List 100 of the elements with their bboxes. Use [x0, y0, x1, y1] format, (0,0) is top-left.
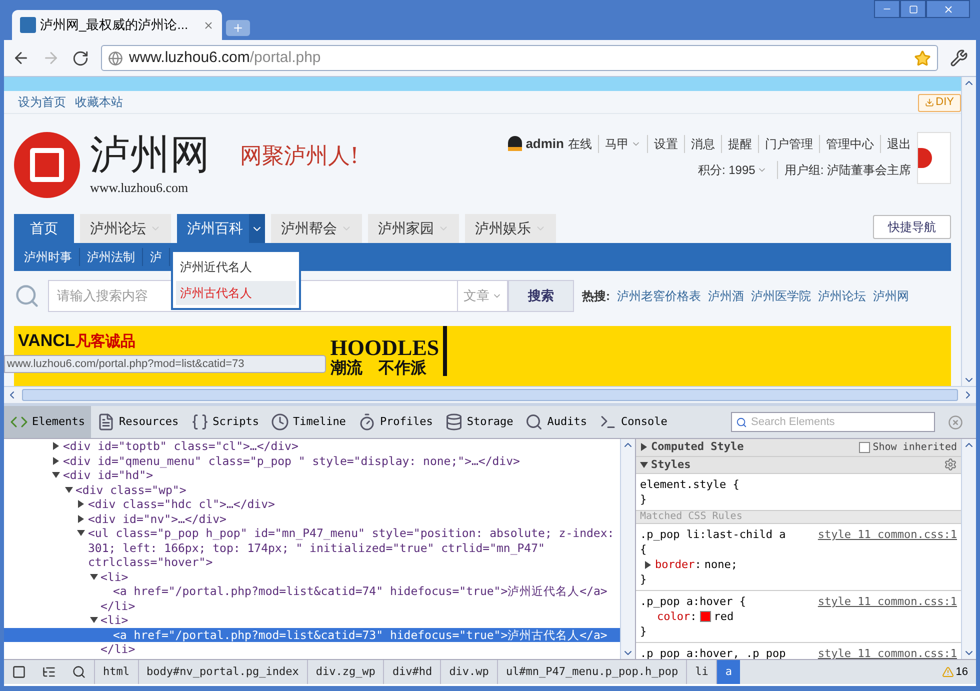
- address-bar[interactable]: www.luzhou6.com/portal.php: [101, 45, 938, 71]
- styles-header[interactable]: Styles: [636, 456, 961, 474]
- hot-search-link[interactable]: 泸州医学院: [751, 287, 811, 306]
- breadcrumb-item[interactable]: div.wp: [440, 660, 497, 684]
- dropdown-item[interactable]: 泸州古代名人: [176, 281, 296, 305]
- css-source-link[interactable]: style 11 common.css:1: [818, 527, 957, 542]
- maximize-button[interactable]: [900, 0, 926, 18]
- collapsed-triangle-icon[interactable]: [77, 500, 85, 508]
- back-icon[interactable]: [12, 49, 30, 67]
- dom-node-row[interactable]: <div id="hd">: [4, 468, 620, 482]
- horizontal-scrollbar[interactable]: [4, 386, 976, 403]
- nav-tab[interactable]: 泸州家园: [368, 214, 459, 244]
- devtools-tab[interactable]: Scripts: [184, 406, 265, 438]
- nav-tab[interactable]: 泸州帮会: [271, 214, 362, 244]
- user-link[interactable]: 退出: [880, 134, 911, 153]
- collapsed-triangle-icon[interactable]: [77, 514, 85, 522]
- dock-icon[interactable]: [12, 665, 26, 679]
- expanded-triangle-icon[interactable]: [52, 471, 60, 479]
- banner-headline: HOODLES: [330, 336, 440, 360]
- dom-node-row[interactable]: <div id="nv">…</div>: [4, 512, 620, 526]
- css-source-link[interactable]: style 11 common.css:1: [818, 594, 957, 609]
- search-icon[interactable]: [72, 665, 86, 679]
- hot-search-link[interactable]: 泸州网: [873, 287, 909, 306]
- dom-node-row[interactable]: <li>: [4, 570, 620, 584]
- devtools-tab[interactable]: Audits: [519, 406, 594, 438]
- color-swatch[interactable]: [700, 611, 711, 622]
- vertical-scrollbar[interactable]: [620, 439, 635, 659]
- dom-node-row[interactable]: <div id="qmenu_menu" class="p_pop " style="display: none;">…</div>: [4, 454, 620, 468]
- new-tab-button[interactable]: [226, 20, 250, 36]
- user-link[interactable]: 消息: [684, 134, 715, 153]
- expanded-triangle-icon[interactable]: [64, 486, 72, 494]
- devtools-tab[interactable]: Console: [593, 406, 674, 438]
- nav-tab[interactable]: 泸州论坛: [80, 214, 171, 244]
- dropdown-item[interactable]: 泸州近代名人: [176, 255, 296, 279]
- devtools-tab[interactable]: Resources: [90, 406, 185, 438]
- breadcrumb-item[interactable]: body#nv_portal.pg_index: [138, 660, 307, 684]
- breadcrumb-item[interactable]: div#hd: [383, 660, 440, 684]
- top-link[interactable]: 设为首页: [18, 92, 66, 111]
- panel-icon: [599, 413, 618, 431]
- hot-search-link[interactable]: 泸州论坛: [818, 287, 866, 306]
- wrench-icon[interactable]: [950, 49, 968, 67]
- checkbox[interactable]: [858, 442, 870, 453]
- panel-icon: [525, 413, 544, 431]
- warning-icon: [942, 666, 954, 678]
- nav-tab[interactable]: 泸州娱乐: [465, 214, 556, 244]
- star-icon[interactable]: [914, 50, 931, 66]
- panel-icon: [270, 413, 289, 431]
- subnav-link[interactable]: 泸州法制: [80, 248, 143, 266]
- dom-node-row[interactable]: <div id="toptb" class="cl">…</div>: [4, 439, 620, 454]
- dom-node-row[interactable]: <li>: [4, 613, 620, 628]
- vertical-scrollbar[interactable]: [961, 77, 976, 386]
- browser-tab[interactable]: 泸州网_最权威的泸州论...: [12, 10, 222, 40]
- breadcrumb-item[interactable]: a: [716, 660, 740, 684]
- reload-icon[interactable]: [72, 50, 89, 66]
- devtools-tab[interactable]: Storage: [438, 406, 520, 438]
- breadcrumb-item[interactable]: div.zg_wp: [306, 660, 384, 684]
- dom-node-row[interactable]: <a href="/portal.php?mod=list&catid=73" hidefocus="true">泸州古代名人</a>: [4, 628, 620, 642]
- user-link[interactable]: 设置: [647, 134, 678, 153]
- search-button[interactable]: 搜索: [508, 280, 574, 312]
- user-link[interactable]: 马甲: [598, 134, 641, 153]
- user-link[interactable]: 提醒: [721, 134, 752, 153]
- top-link[interactable]: 收藏本站: [75, 92, 123, 111]
- subnav-link[interactable]: 泸: [143, 248, 170, 266]
- devtools-tab[interactable]: Timeline: [264, 406, 352, 438]
- credits[interactable]: 积分: 1995: [698, 161, 768, 180]
- expanded-triangle-icon[interactable]: [640, 460, 648, 469]
- collapsed-triangle-icon[interactable]: [640, 443, 648, 452]
- expanded-triangle-icon[interactable]: [90, 572, 98, 580]
- username[interactable]: admin: [526, 134, 564, 154]
- devtools-tab[interactable]: Profiles: [352, 406, 439, 438]
- expanded-triangle-icon[interactable]: [77, 529, 85, 537]
- css-brace: {: [640, 542, 647, 557]
- gear-icon[interactable]: [944, 458, 957, 472]
- vertical-scrollbar[interactable]: [961, 439, 976, 659]
- dom-node-row[interactable]: <a href="/portal.php?mod=list&catid=74" hidefocus="true">泸州近代名人</a>: [4, 584, 620, 598]
- close-icon[interactable]: [203, 20, 214, 30]
- computed-style-header[interactable]: Computed Style Show inherited: [636, 439, 961, 456]
- dom-node-row[interactable]: <div class="hdc cl">…</div>: [4, 497, 620, 512]
- nav-tab[interactable]: 泸州百科: [177, 214, 265, 244]
- dom-node-row[interactable]: <div class="wp">: [4, 482, 620, 497]
- close-window-button[interactable]: [926, 0, 970, 18]
- nav-tab[interactable]: 首页: [14, 214, 74, 244]
- logo-url: www.luzhou6.com: [90, 178, 190, 197]
- breadcrumb-item[interactable]: ul#mn_P47_menu.p_pop.h_pop: [496, 660, 686, 684]
- collapsed-triangle-icon[interactable]: [52, 442, 60, 450]
- hot-search-link[interactable]: 泸州酒: [708, 287, 744, 306]
- subnav-link[interactable]: 泸州时事: [17, 248, 80, 266]
- expanded-triangle-icon[interactable]: [90, 616, 98, 624]
- hot-search-label: 热搜:: [582, 288, 610, 306]
- user-link[interactable]: 门户管理: [758, 134, 813, 153]
- collapsed-triangle-icon[interactable]: [52, 456, 60, 464]
- css-source-link[interactable]: style 11 common.css:1: [818, 646, 957, 659]
- hot-search-link[interactable]: 泸州老窖价格表: [617, 287, 701, 306]
- collapsed-triangle-icon[interactable]: [644, 560, 652, 568]
- devtools-tab[interactable]: Elements: [4, 406, 91, 438]
- breadcrumb-item[interactable]: html: [94, 660, 138, 684]
- quick-nav-button[interactable]: 快捷导航: [873, 215, 951, 240]
- show-inherited-label: Show inherited: [872, 440, 957, 455]
- user-link[interactable]: 管理中心: [819, 134, 874, 153]
- dom-node-row[interactable]: <ul class="p_pop h_pop" id="mn_P47_menu" style="position: absolute; z-index: 301; left: 166px; top: 174px; " initialized="true" ctrlid="mn_P47" ctrlclass="hover">: [4, 526, 620, 570]
